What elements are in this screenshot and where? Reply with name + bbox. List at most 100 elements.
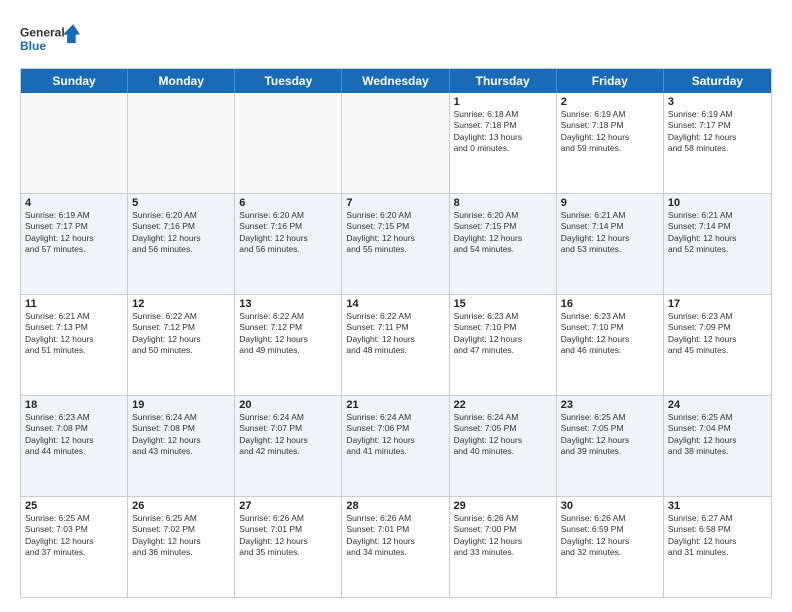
calendar-header-row: SundayMondayTuesdayWednesdayThursdayFrid… — [21, 69, 771, 93]
day-cell-18: 18Sunrise: 6:23 AMSunset: 7:08 PMDayligh… — [21, 396, 128, 496]
empty-cell — [342, 93, 449, 193]
day-number: 17 — [668, 298, 767, 310]
day-cell-20: 20Sunrise: 6:24 AMSunset: 7:07 PMDayligh… — [235, 396, 342, 496]
day-info: Sunrise: 6:26 AMSunset: 7:01 PMDaylight:… — [346, 513, 444, 559]
week-row-3: 18Sunrise: 6:23 AMSunset: 7:08 PMDayligh… — [21, 396, 771, 497]
week-row-2: 11Sunrise: 6:21 AMSunset: 7:13 PMDayligh… — [21, 295, 771, 396]
day-number: 4 — [25, 197, 123, 209]
day-info: Sunrise: 6:23 AMSunset: 7:09 PMDaylight:… — [668, 311, 767, 357]
day-cell-19: 19Sunrise: 6:24 AMSunset: 7:08 PMDayligh… — [128, 396, 235, 496]
day-cell-10: 10Sunrise: 6:21 AMSunset: 7:14 PMDayligh… — [664, 194, 771, 294]
page: General Blue SundayMondayTuesdayWednesda… — [0, 0, 792, 612]
day-cell-30: 30Sunrise: 6:26 AMSunset: 6:59 PMDayligh… — [557, 497, 664, 597]
day-cell-2: 2Sunrise: 6:19 AMSunset: 7:18 PMDaylight… — [557, 93, 664, 193]
day-cell-28: 28Sunrise: 6:26 AMSunset: 7:01 PMDayligh… — [342, 497, 449, 597]
day-number: 9 — [561, 197, 659, 209]
day-info: Sunrise: 6:20 AMSunset: 7:15 PMDaylight:… — [454, 210, 552, 256]
day-cell-9: 9Sunrise: 6:21 AMSunset: 7:14 PMDaylight… — [557, 194, 664, 294]
day-info: Sunrise: 6:24 AMSunset: 7:06 PMDaylight:… — [346, 412, 444, 458]
logo-svg: General Blue — [20, 18, 80, 58]
day-number: 15 — [454, 298, 552, 310]
day-info: Sunrise: 6:22 AMSunset: 7:12 PMDaylight:… — [239, 311, 337, 357]
day-number: 5 — [132, 197, 230, 209]
day-cell-16: 16Sunrise: 6:23 AMSunset: 7:10 PMDayligh… — [557, 295, 664, 395]
day-number: 22 — [454, 399, 552, 411]
header: General Blue — [20, 18, 772, 58]
day-info: Sunrise: 6:19 AMSunset: 7:18 PMDaylight:… — [561, 109, 659, 155]
day-info: Sunrise: 6:26 AMSunset: 6:59 PMDaylight:… — [561, 513, 659, 559]
header-cell-monday: Monday — [128, 69, 235, 93]
day-info: Sunrise: 6:22 AMSunset: 7:11 PMDaylight:… — [346, 311, 444, 357]
day-info: Sunrise: 6:23 AMSunset: 7:10 PMDaylight:… — [454, 311, 552, 357]
day-info: Sunrise: 6:25 AMSunset: 7:02 PMDaylight:… — [132, 513, 230, 559]
day-info: Sunrise: 6:21 AMSunset: 7:13 PMDaylight:… — [25, 311, 123, 357]
day-number: 1 — [454, 96, 552, 108]
week-row-1: 4Sunrise: 6:19 AMSunset: 7:17 PMDaylight… — [21, 194, 771, 295]
day-number: 24 — [668, 399, 767, 411]
day-number: 25 — [25, 500, 123, 512]
day-number: 10 — [668, 197, 767, 209]
day-number: 26 — [132, 500, 230, 512]
day-number: 2 — [561, 96, 659, 108]
day-info: Sunrise: 6:25 AMSunset: 7:03 PMDaylight:… — [25, 513, 123, 559]
day-info: Sunrise: 6:20 AMSunset: 7:16 PMDaylight:… — [239, 210, 337, 256]
day-cell-29: 29Sunrise: 6:26 AMSunset: 7:00 PMDayligh… — [450, 497, 557, 597]
day-info: Sunrise: 6:19 AMSunset: 7:17 PMDaylight:… — [25, 210, 123, 256]
day-number: 27 — [239, 500, 337, 512]
day-info: Sunrise: 6:20 AMSunset: 7:15 PMDaylight:… — [346, 210, 444, 256]
day-info: Sunrise: 6:23 AMSunset: 7:08 PMDaylight:… — [25, 412, 123, 458]
header-cell-saturday: Saturday — [664, 69, 771, 93]
week-row-0: 1Sunrise: 6:18 AMSunset: 7:18 PMDaylight… — [21, 93, 771, 194]
day-number: 23 — [561, 399, 659, 411]
svg-text:General: General — [20, 25, 65, 39]
day-number: 7 — [346, 197, 444, 209]
day-cell-24: 24Sunrise: 6:25 AMSunset: 7:04 PMDayligh… — [664, 396, 771, 496]
day-number: 20 — [239, 399, 337, 411]
empty-cell — [128, 93, 235, 193]
day-info: Sunrise: 6:18 AMSunset: 7:18 PMDaylight:… — [454, 109, 552, 155]
day-info: Sunrise: 6:23 AMSunset: 7:10 PMDaylight:… — [561, 311, 659, 357]
day-info: Sunrise: 6:21 AMSunset: 7:14 PMDaylight:… — [561, 210, 659, 256]
day-info: Sunrise: 6:24 AMSunset: 7:07 PMDaylight:… — [239, 412, 337, 458]
day-info: Sunrise: 6:20 AMSunset: 7:16 PMDaylight:… — [132, 210, 230, 256]
day-number: 30 — [561, 500, 659, 512]
header-cell-sunday: Sunday — [21, 69, 128, 93]
day-cell-25: 25Sunrise: 6:25 AMSunset: 7:03 PMDayligh… — [21, 497, 128, 597]
day-number: 13 — [239, 298, 337, 310]
header-cell-wednesday: Wednesday — [342, 69, 449, 93]
day-number: 6 — [239, 197, 337, 209]
header-cell-thursday: Thursday — [450, 69, 557, 93]
day-cell-15: 15Sunrise: 6:23 AMSunset: 7:10 PMDayligh… — [450, 295, 557, 395]
day-number: 21 — [346, 399, 444, 411]
day-info: Sunrise: 6:27 AMSunset: 6:58 PMDaylight:… — [668, 513, 767, 559]
svg-text:Blue: Blue — [20, 39, 46, 53]
day-cell-4: 4Sunrise: 6:19 AMSunset: 7:17 PMDaylight… — [21, 194, 128, 294]
day-cell-17: 17Sunrise: 6:23 AMSunset: 7:09 PMDayligh… — [664, 295, 771, 395]
day-number: 3 — [668, 96, 767, 108]
day-cell-26: 26Sunrise: 6:25 AMSunset: 7:02 PMDayligh… — [128, 497, 235, 597]
day-info: Sunrise: 6:21 AMSunset: 7:14 PMDaylight:… — [668, 210, 767, 256]
day-info: Sunrise: 6:24 AMSunset: 7:05 PMDaylight:… — [454, 412, 552, 458]
empty-cell — [235, 93, 342, 193]
header-cell-tuesday: Tuesday — [235, 69, 342, 93]
day-cell-31: 31Sunrise: 6:27 AMSunset: 6:58 PMDayligh… — [664, 497, 771, 597]
day-cell-3: 3Sunrise: 6:19 AMSunset: 7:17 PMDaylight… — [664, 93, 771, 193]
week-row-4: 25Sunrise: 6:25 AMSunset: 7:03 PMDayligh… — [21, 497, 771, 597]
day-info: Sunrise: 6:24 AMSunset: 7:08 PMDaylight:… — [132, 412, 230, 458]
day-cell-27: 27Sunrise: 6:26 AMSunset: 7:01 PMDayligh… — [235, 497, 342, 597]
calendar: SundayMondayTuesdayWednesdayThursdayFrid… — [20, 68, 772, 598]
day-cell-11: 11Sunrise: 6:21 AMSunset: 7:13 PMDayligh… — [21, 295, 128, 395]
day-cell-13: 13Sunrise: 6:22 AMSunset: 7:12 PMDayligh… — [235, 295, 342, 395]
day-info: Sunrise: 6:22 AMSunset: 7:12 PMDaylight:… — [132, 311, 230, 357]
day-cell-23: 23Sunrise: 6:25 AMSunset: 7:05 PMDayligh… — [557, 396, 664, 496]
day-number: 14 — [346, 298, 444, 310]
day-cell-1: 1Sunrise: 6:18 AMSunset: 7:18 PMDaylight… — [450, 93, 557, 193]
day-cell-7: 7Sunrise: 6:20 AMSunset: 7:15 PMDaylight… — [342, 194, 449, 294]
day-number: 8 — [454, 197, 552, 209]
day-cell-6: 6Sunrise: 6:20 AMSunset: 7:16 PMDaylight… — [235, 194, 342, 294]
day-cell-14: 14Sunrise: 6:22 AMSunset: 7:11 PMDayligh… — [342, 295, 449, 395]
day-cell-12: 12Sunrise: 6:22 AMSunset: 7:12 PMDayligh… — [128, 295, 235, 395]
day-info: Sunrise: 6:25 AMSunset: 7:05 PMDaylight:… — [561, 412, 659, 458]
day-info: Sunrise: 6:26 AMSunset: 7:00 PMDaylight:… — [454, 513, 552, 559]
day-cell-21: 21Sunrise: 6:24 AMSunset: 7:06 PMDayligh… — [342, 396, 449, 496]
